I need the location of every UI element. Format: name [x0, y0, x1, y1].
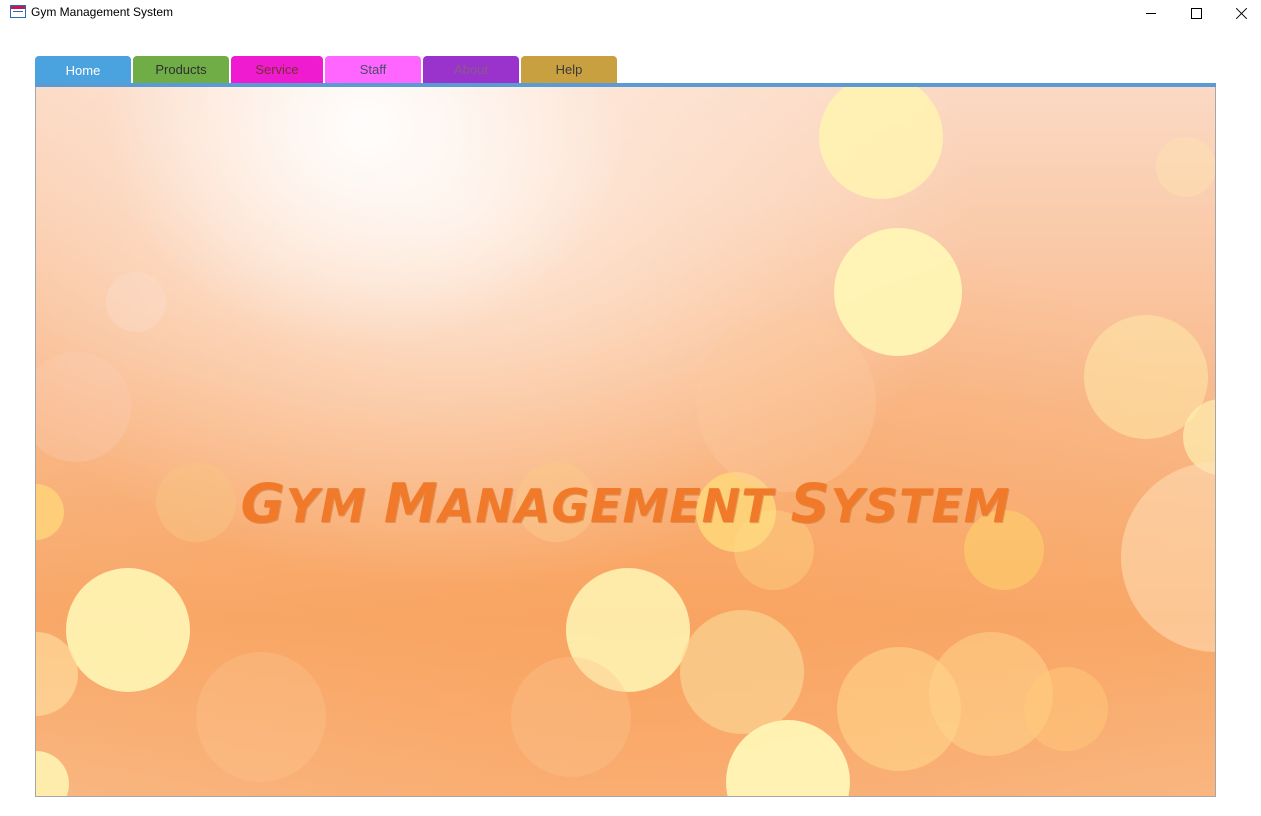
bokeh-circle	[66, 568, 190, 692]
tab-help[interactable]: Help	[521, 56, 617, 83]
bokeh-circle	[196, 652, 326, 782]
close-icon	[1236, 7, 1248, 19]
tab-bar: Home Products Service Staff About Help	[35, 56, 619, 84]
bokeh-circle	[1024, 667, 1108, 751]
bokeh-circle	[680, 610, 804, 734]
form-icon	[10, 5, 26, 18]
bokeh-circle	[36, 352, 131, 462]
bokeh-circle	[834, 228, 962, 356]
bokeh-circle	[36, 751, 69, 796]
minimize-button[interactable]	[1128, 0, 1174, 26]
background-image	[36, 87, 1215, 796]
window-titlebar: Gym Management System	[0, 0, 1261, 26]
gym-management-system-banner: GYM MANAGEMENT SYSTEM	[240, 472, 1011, 535]
tab-products[interactable]: Products	[133, 56, 229, 83]
tab-staff[interactable]: Staff	[325, 56, 421, 83]
bokeh-circle	[819, 87, 943, 199]
tab-home[interactable]: Home	[35, 56, 131, 84]
bokeh-circle	[106, 272, 166, 332]
maximize-icon	[1190, 7, 1202, 19]
home-tab-page: GYM MANAGEMENT SYSTEM	[35, 87, 1216, 797]
tab-about[interactable]: About	[423, 56, 519, 83]
close-button[interactable]	[1219, 0, 1261, 26]
bokeh-circle	[511, 657, 631, 777]
maximize-button[interactable]	[1173, 0, 1219, 26]
window-title: Gym Management System	[31, 5, 174, 19]
minimize-icon	[1146, 12, 1156, 14]
bokeh-circle	[1156, 137, 1215, 197]
bokeh-circle	[696, 312, 876, 492]
tab-service[interactable]: Service	[231, 56, 323, 83]
